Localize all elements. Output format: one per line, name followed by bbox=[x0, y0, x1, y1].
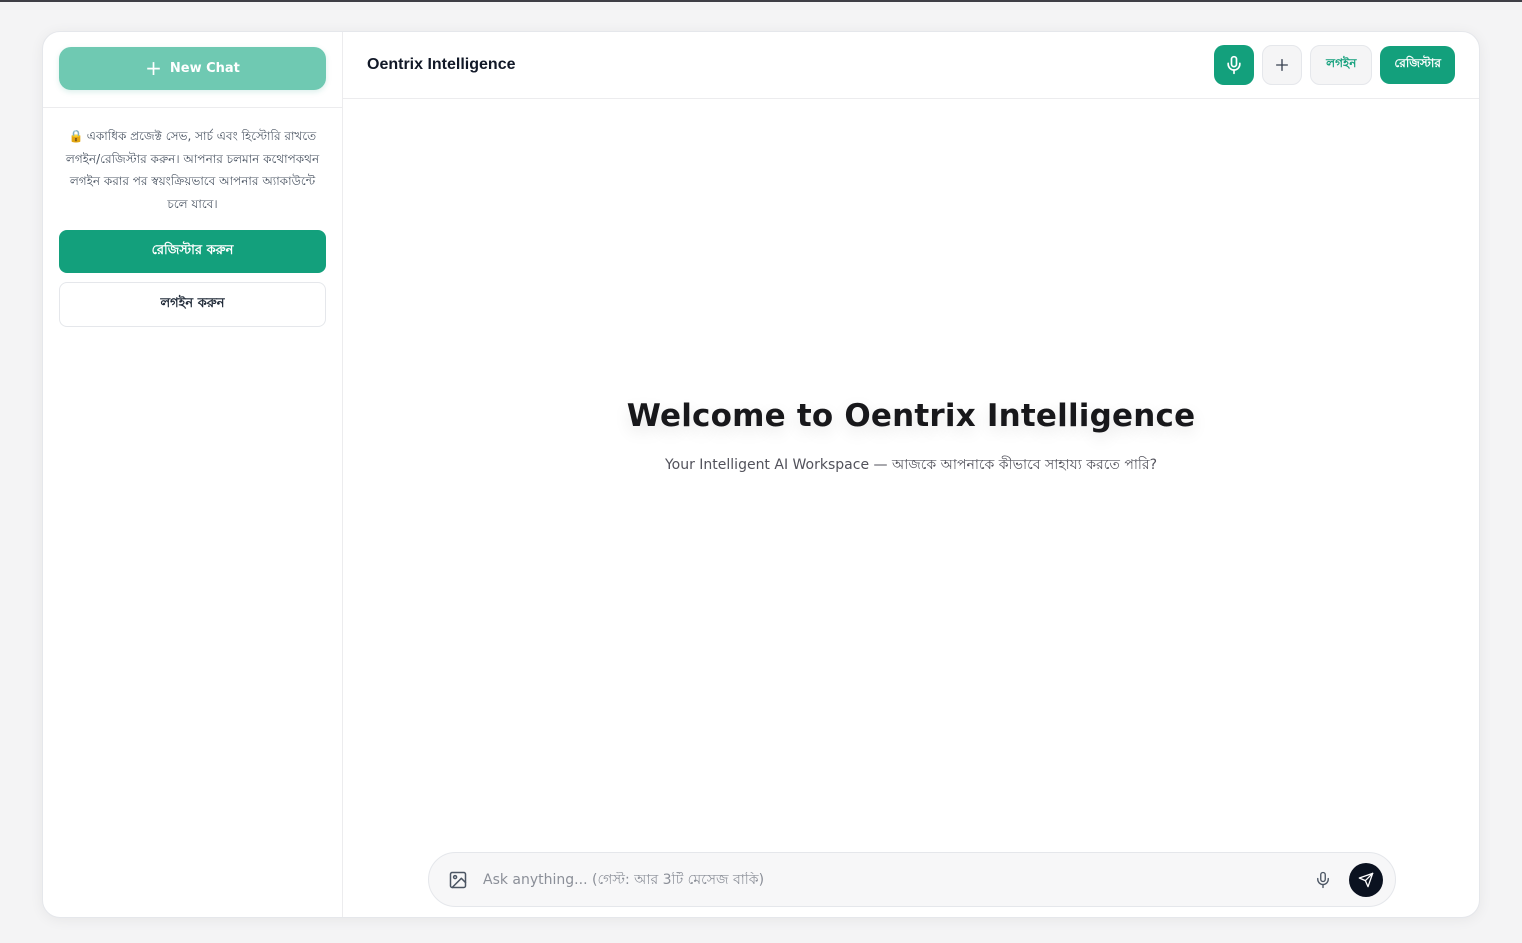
guest-notice-text: একাধিক প্রজেক্ট সেভ, সার্চ এবং হিস্টোরি … bbox=[65, 129, 320, 211]
new-chat-button[interactable]: + New Chat bbox=[59, 47, 326, 90]
add-button[interactable] bbox=[1262, 45, 1303, 85]
send-button[interactable] bbox=[1349, 862, 1383, 897]
microphone-icon bbox=[1227, 55, 1241, 75]
composer-voice-button[interactable] bbox=[1309, 866, 1337, 894]
guest-notice: 🔒 একাধিক প্রজেক্ট সেভ, সার্চ এবং হিস্টোরি… bbox=[63, 125, 322, 215]
app-window: + New Chat 🔒 একাধিক প্রজেক্ট সেভ, সার্চ এ… bbox=[42, 31, 1480, 918]
image-upload-button[interactable] bbox=[447, 869, 469, 891]
header-register-button[interactable]: রেজিস্টার bbox=[1380, 46, 1455, 84]
plus-icon bbox=[1276, 59, 1289, 71]
page-title: Oentrix Intelligence bbox=[367, 56, 516, 73]
sidebar: + New Chat 🔒 একাধিক প্রজেক্ট সেভ, সার্চ এ… bbox=[43, 32, 343, 917]
welcome-subtitle: Your Intelligent AI Workspace — আজকে আপন… bbox=[664, 457, 1158, 473]
header-actions: লগইন রেজিস্টার bbox=[1214, 45, 1455, 85]
header-login-button[interactable]: লগইন bbox=[1310, 45, 1373, 85]
welcome-section: Welcome to Oentrix Intelligence Your Int… bbox=[343, 398, 1479, 477]
sidebar-header: + New Chat bbox=[43, 32, 342, 108]
plus-icon: + bbox=[145, 55, 162, 80]
lock-icon: 🔒 bbox=[68, 129, 84, 143]
new-chat-label: New Chat bbox=[169, 61, 240, 76]
microphone-icon bbox=[1317, 871, 1329, 888]
welcome-heading: Welcome to Oentrix Intelligence bbox=[626, 398, 1196, 434]
send-icon bbox=[1358, 872, 1374, 887]
message-composer bbox=[428, 852, 1396, 907]
voice-button[interactable] bbox=[1214, 45, 1255, 85]
window-top-border bbox=[0, 0, 1522, 2]
sidebar-register-button[interactable]: রেজিস্টার করুন bbox=[59, 230, 326, 273]
top-bar: Oentrix Intelligence লগইন রেজিস্টার bbox=[343, 32, 1479, 99]
sidebar-login-button[interactable]: লগইন করুন bbox=[59, 282, 326, 327]
main-panel: Oentrix Intelligence লগইন রেজিস্টার Welc… bbox=[343, 32, 1479, 917]
message-input[interactable] bbox=[483, 871, 1309, 888]
image-icon bbox=[449, 871, 467, 888]
